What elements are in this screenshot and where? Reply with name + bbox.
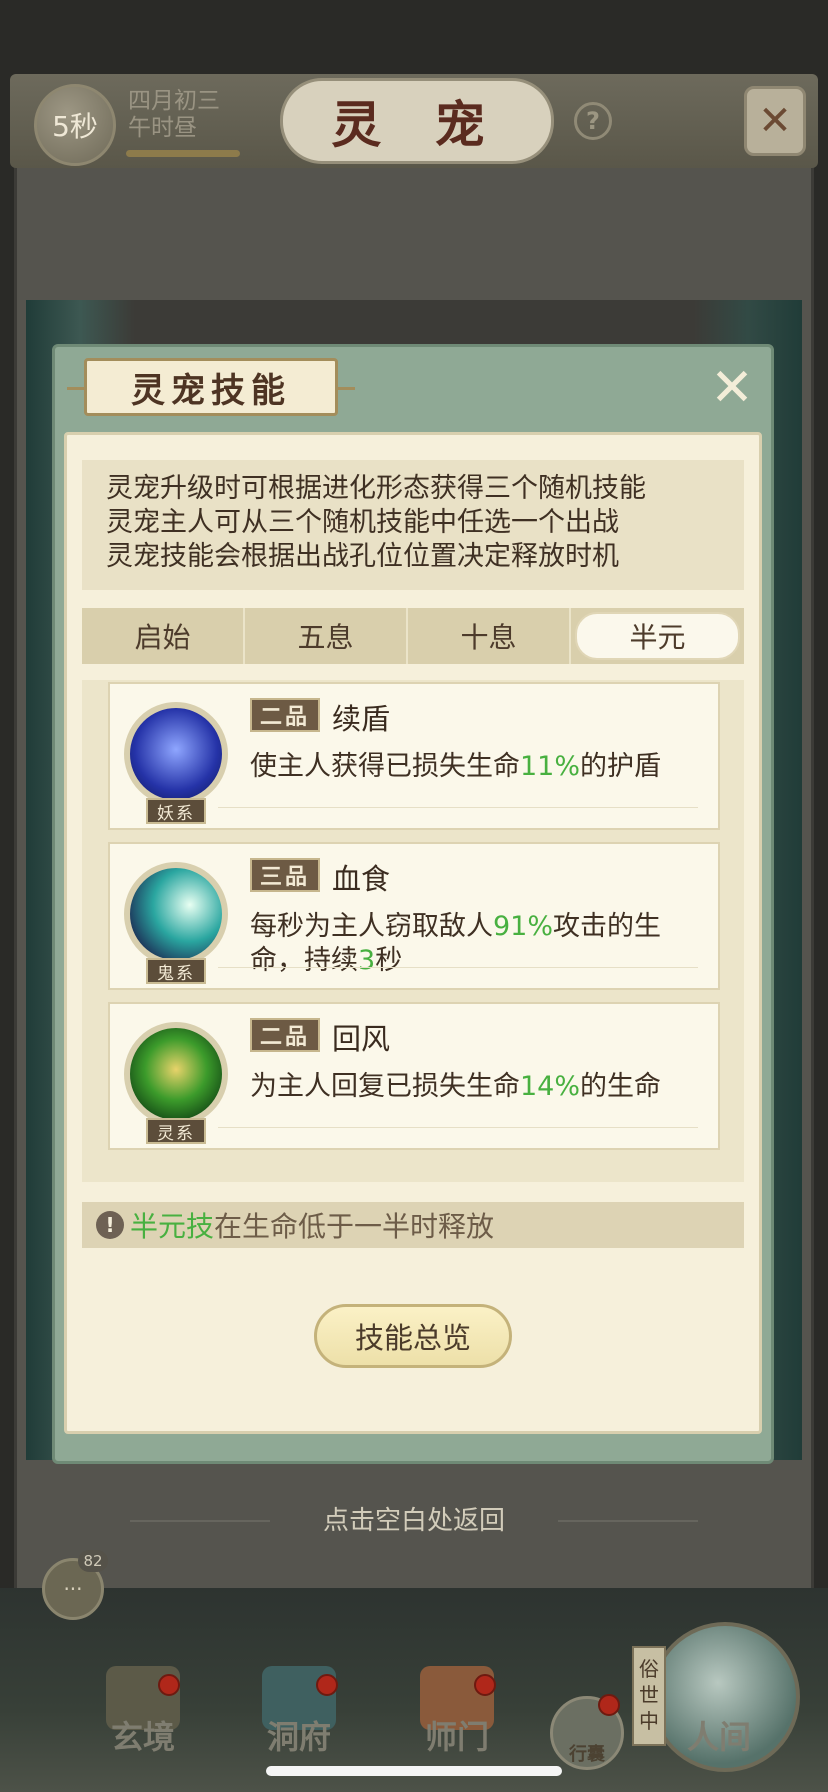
- skill-description: 每秒为主人窃取敌人91%攻击的生命，持续3秒: [250, 910, 700, 978]
- grade-badge: 二品: [250, 1018, 320, 1052]
- nav-xuanjing[interactable]: 玄境: [88, 1712, 198, 1758]
- desc-text: 使主人获得已损失生命: [250, 751, 520, 782]
- timer-badge: 5秒: [34, 84, 116, 166]
- skill-type-badge: 鬼系: [146, 958, 206, 984]
- notification-dot: [474, 1674, 496, 1696]
- wind-skill-icon: [124, 1022, 228, 1126]
- nav-shimen[interactable]: 师门: [402, 1712, 512, 1758]
- note-text: 在生命低于一半时释放: [214, 1210, 495, 1243]
- modal-close-button[interactable]: ✕: [704, 358, 760, 418]
- page-close-button[interactable]: ✕: [744, 86, 806, 156]
- description-line: 灵宠主人可从三个随机技能中任选一个出战: [106, 507, 619, 538]
- page-title: 灵 宠: [280, 78, 554, 164]
- desc-text: 的护盾: [580, 751, 662, 782]
- skill-overview-button[interactable]: 技能总览: [314, 1304, 512, 1368]
- skill-card[interactable]: 灵系 二品 回风 为主人回复已损失生命14%的生命: [108, 1002, 720, 1150]
- desc-text: 的生命: [580, 1071, 662, 1102]
- skill-name: 续盾: [332, 702, 391, 736]
- skill-card[interactable]: 妖系 二品 续盾 使主人获得已损失生命11%的护盾: [108, 682, 720, 830]
- desc-value: 11%: [520, 751, 581, 782]
- tab-qishi[interactable]: 启始: [82, 608, 245, 664]
- time-progress-bar: [126, 150, 240, 157]
- description-line: 灵宠技能会根据出战孔位位置决定释放时机: [106, 541, 619, 572]
- close-icon: ✕: [758, 98, 792, 144]
- nav-renjian[interactable]: 人间: [664, 1712, 774, 1758]
- notification-dot: [316, 1674, 338, 1696]
- home-indicator[interactable]: [266, 1766, 562, 1776]
- modal-title: 灵宠技能: [67, 358, 355, 416]
- skill-description: 为主人回复已损失生命14%的生命: [250, 1070, 700, 1104]
- skill-type-badge: 灵系: [146, 1118, 206, 1144]
- question-icon: ?: [586, 107, 600, 135]
- description-box: 灵宠升级时可根据进化形态获得三个随机技能 灵宠主人可从三个随机技能中任选一个出战…: [82, 460, 744, 590]
- timing-tabs: 启始 五息 十息 半元: [82, 608, 744, 664]
- release-note: ! 半元技 在生命低于一半时释放: [82, 1202, 744, 1248]
- desc-text: 每秒为主人窃取敌人: [250, 911, 493, 942]
- timer-text: 5秒: [52, 110, 98, 143]
- nav-dongfu[interactable]: 洞府: [244, 1712, 354, 1758]
- desc-text: 为主人回复已损失生命: [250, 1071, 520, 1102]
- tab-shixi[interactable]: 十息: [408, 608, 571, 664]
- close-icon: ✕: [710, 358, 754, 418]
- date-text: 四月初三: [128, 88, 220, 114]
- notification-dot: [598, 1694, 620, 1716]
- skill-name: 回风: [332, 1022, 391, 1056]
- grade-badge: 三品: [250, 858, 320, 892]
- world-status-tag: 俗世中: [632, 1646, 666, 1746]
- drain-skill-icon: [124, 862, 228, 966]
- grade-badge: 二品: [250, 698, 320, 732]
- skill-card[interactable]: 鬼系 三品 血食 每秒为主人窃取敌人91%攻击的生命，持续3秒: [108, 842, 720, 990]
- description-line: 灵宠升级时可根据进化形态获得三个随机技能: [106, 473, 646, 504]
- tab-wuxi[interactable]: 五息: [245, 608, 408, 664]
- notification-dot: [158, 1674, 180, 1696]
- desc-value: 14%: [520, 1071, 581, 1102]
- tab-banyuan[interactable]: 半元: [575, 612, 740, 660]
- shield-skill-icon: [124, 702, 228, 806]
- desc-value: 91%: [493, 911, 554, 942]
- desc-text: 秒: [375, 945, 403, 976]
- date-block: 四月初三 午时昼: [128, 88, 220, 142]
- help-button[interactable]: ?: [574, 102, 612, 140]
- chat-bubble-icon: ···: [63, 1577, 83, 1601]
- skill-name: 血食: [332, 862, 391, 896]
- bag-label: 行囊: [569, 1744, 605, 1765]
- warning-icon: !: [96, 1211, 124, 1239]
- skill-description: 使主人获得已损失生命11%的护盾: [250, 750, 700, 784]
- skill-type-badge: 妖系: [146, 798, 206, 824]
- note-highlight: 半元技: [130, 1210, 215, 1243]
- return-hint[interactable]: 点击空白处返回: [0, 1500, 828, 1537]
- desc-value: 3: [358, 945, 376, 976]
- time-text: 午时昼: [128, 115, 197, 141]
- chat-count-badge: 82: [78, 1550, 108, 1572]
